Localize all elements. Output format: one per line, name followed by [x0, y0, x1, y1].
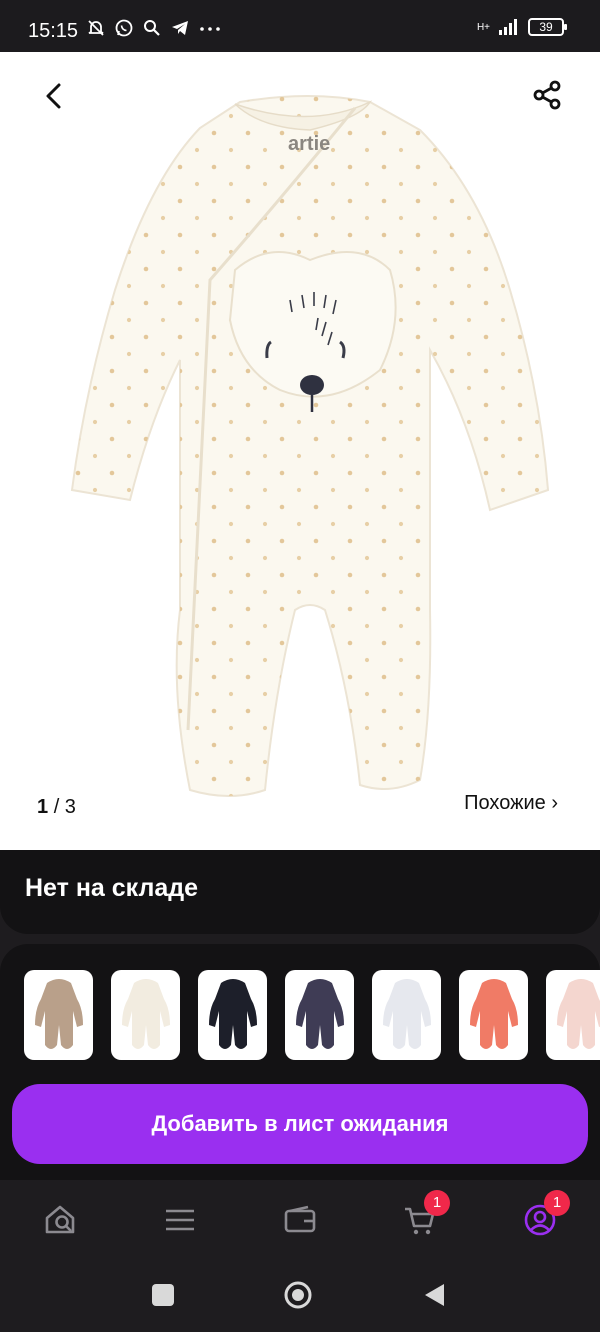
variant-thumbnail-image — [208, 979, 257, 1049]
variant-thumbnails[interactable] — [24, 970, 600, 1060]
menu-icon — [166, 1209, 194, 1231]
variant-thumbnail[interactable] — [546, 970, 600, 1060]
variant-thumbnail-image — [121, 979, 170, 1049]
stock-status-card: Нет на складе — [0, 850, 600, 934]
battery-indicator: 39 — [528, 18, 567, 36]
variants-sheet: Добавить в лист ожидания — [0, 944, 600, 1180]
network-type: H+ — [476, 21, 490, 33]
variant-thumbnail-image — [469, 979, 518, 1049]
product-photo-onesie: artie — [70, 95, 550, 797]
brand-mark: artie — [288, 133, 330, 155]
nav-catalog[interactable] — [158, 1198, 202, 1242]
variant-thumbnail[interactable] — [459, 970, 528, 1060]
back-arrow-icon[interactable] — [38, 80, 70, 112]
whatsapp-icon — [115, 19, 133, 37]
status-right: H+ 39 — [476, 18, 567, 36]
variant-thumbnail-image — [556, 979, 600, 1049]
variant-thumbnail-image — [295, 979, 344, 1049]
signal-icon — [499, 19, 517, 35]
stock-status-text: Нет на складе — [25, 874, 199, 902]
add-to-waitlist-button[interactable]: Добавить в лист ожидания — [12, 1084, 588, 1164]
home-circle-icon[interactable] — [282, 1279, 314, 1311]
mute-notification-icon — [88, 20, 104, 36]
back-triangle-icon[interactable] — [422, 1282, 448, 1308]
variant-thumbnail-image — [382, 979, 431, 1049]
bottom-navigation: 1 1 — [0, 1180, 600, 1260]
system-navigation-bar — [0, 1260, 600, 1332]
variant-thumbnail[interactable] — [111, 970, 180, 1060]
variant-thumbnail[interactable] — [285, 970, 354, 1060]
telegram-icon — [172, 21, 188, 35]
product-image-gallery[interactable]: artie 1 / 3 Похожие › — [0, 52, 600, 852]
nav-wallet[interactable] — [278, 1198, 322, 1242]
similar-products-link[interactable]: Похожие › — [464, 792, 558, 815]
more-icon — [200, 27, 220, 31]
search-icon — [144, 20, 160, 36]
cart-badge: 1 — [424, 1190, 450, 1216]
status-icons — [86, 18, 222, 38]
variant-thumbnail-image — [34, 979, 83, 1049]
home-search-icon — [45, 1205, 75, 1234]
recents-square-icon[interactable] — [150, 1282, 176, 1308]
variant-thumbnail[interactable] — [372, 970, 441, 1060]
image-pager: 1 / 3 — [37, 796, 76, 819]
nav-cart[interactable]: 1 — [398, 1190, 450, 1242]
wallet-icon — [284, 1205, 316, 1233]
nav-home-search[interactable] — [38, 1198, 82, 1242]
pager-current: 1 — [37, 796, 49, 818]
pager-total: / 3 — [53, 796, 76, 818]
variant-thumbnail[interactable] — [24, 970, 93, 1060]
variant-thumbnail[interactable] — [198, 970, 267, 1060]
status-time: 15:15 — [28, 20, 79, 42]
status-bar: 15:15 H+ 39 — [0, 0, 600, 52]
nav-profile[interactable]: 1 — [518, 1190, 570, 1242]
profile-badge: 1 — [544, 1190, 570, 1216]
